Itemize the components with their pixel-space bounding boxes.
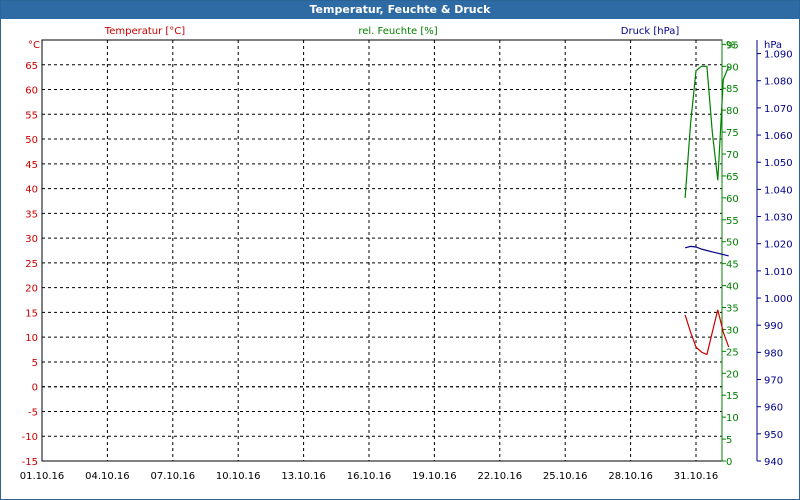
pressure-tick-label: 940 <box>764 457 783 468</box>
temperature-tick-label: 10 <box>25 333 38 344</box>
axes: -15-10-50510152025303540455055606501.10.… <box>20 40 793 482</box>
temperature-tick-label: 25 <box>25 259 38 270</box>
humidity-tick-label: 55 <box>726 216 739 227</box>
temperature-tick-label: 0 <box>32 383 38 394</box>
humidity-tick-label: 15 <box>726 391 739 402</box>
pressure-tick-label: 1.040 <box>764 185 793 196</box>
x-tick-label: 31.10.16 <box>674 471 719 482</box>
pressure-tick-label: 1.090 <box>764 50 793 61</box>
humidity-tick-label: 70 <box>726 150 739 161</box>
temperature-tick-label: -5 <box>28 407 38 418</box>
x-tick-label: 22.10.16 <box>478 471 523 482</box>
humidity-tick-label: 60 <box>726 194 739 205</box>
humidity-tick-label: 80 <box>726 106 739 117</box>
pressure-tick-label: 1.080 <box>764 77 793 88</box>
pressure-unit: hPa <box>764 40 782 51</box>
temperature-axis-label: Temperatur [°C] <box>104 26 185 37</box>
temperature-tick-label: -10 <box>22 432 38 443</box>
pressure-tick-label: 970 <box>764 376 783 387</box>
x-tick-label: 10.10.16 <box>216 471 261 482</box>
humidity-tick-label: 65 <box>726 172 739 183</box>
humidity-tick-label: 35 <box>726 304 739 315</box>
chart-svg: -15-10-50510152025303540455055606501.10.… <box>20 26 793 482</box>
humidity-tick-label: 50 <box>726 238 739 249</box>
humidity-axis-label: rel. Feuchte [%] <box>358 26 437 37</box>
pressure-tick-label: 980 <box>764 348 783 359</box>
grid <box>41 39 723 462</box>
pressure-tick-label: 950 <box>764 430 783 441</box>
humidity-tick-label: 0 <box>726 457 732 468</box>
x-tick-label: 13.10.16 <box>281 471 326 482</box>
humidity-tick-label: 30 <box>726 325 739 336</box>
humidity-tick-label: 10 <box>726 413 739 424</box>
x-tick-label: 04.10.16 <box>85 471 130 482</box>
x-tick-label: 16.10.16 <box>347 471 392 482</box>
pressure-tick-label: 1.030 <box>764 213 793 224</box>
humidity-tick-label: 25 <box>726 347 739 358</box>
temperature-tick-label: 65 <box>25 61 38 72</box>
temperature-tick-label: 45 <box>25 160 38 171</box>
pressure-tick-label: 990 <box>764 321 783 332</box>
pressure-tick-label: 1.000 <box>764 294 793 305</box>
pressure-tick-label: 1.070 <box>764 104 793 115</box>
plot-frame <box>41 39 723 462</box>
pressure-tick-label: 1.020 <box>764 240 793 251</box>
x-tick-label: 28.10.16 <box>608 471 653 482</box>
pressure-tick-label: 1.010 <box>764 267 793 278</box>
x-tick-label: 01.10.16 <box>20 471 65 482</box>
temperature-tick-label: 60 <box>25 86 38 97</box>
humidity-tick-label: 20 <box>726 369 739 380</box>
humidity-tick-label: 5 <box>726 435 732 446</box>
humidity-tick-label: 45 <box>726 260 739 271</box>
x-tick-label: 19.10.16 <box>412 471 457 482</box>
humidity-tick-label: 40 <box>726 282 739 293</box>
x-tick-label: 25.10.16 <box>543 471 588 482</box>
temperature-tick-label: 55 <box>25 110 38 121</box>
pressure-tick-label: 1.050 <box>764 158 793 169</box>
temperature-tick-label: 35 <box>25 209 38 220</box>
temperature-tick-label: 50 <box>25 135 38 146</box>
x-tick-label: 07.10.16 <box>151 471 196 482</box>
humidity-unit: % <box>726 40 736 51</box>
temperature-unit: °C <box>28 40 40 51</box>
temperature-tick-label: 30 <box>25 234 38 245</box>
humidity-tick-label: 75 <box>726 128 739 139</box>
temperature-tick-label: 20 <box>25 284 38 295</box>
temperature-tick-label: 15 <box>25 308 38 319</box>
pressure-tick-label: 1.060 <box>764 131 793 142</box>
temperature-tick-label: 5 <box>32 358 38 369</box>
pressure-tick-label: 960 <box>764 403 783 414</box>
temperature-tick-label: -15 <box>22 457 38 468</box>
humidity-tick-label: 85 <box>726 84 739 95</box>
temperature-tick-label: 40 <box>25 185 38 196</box>
pressure-axis-label: Druck [hPa] <box>621 26 680 37</box>
